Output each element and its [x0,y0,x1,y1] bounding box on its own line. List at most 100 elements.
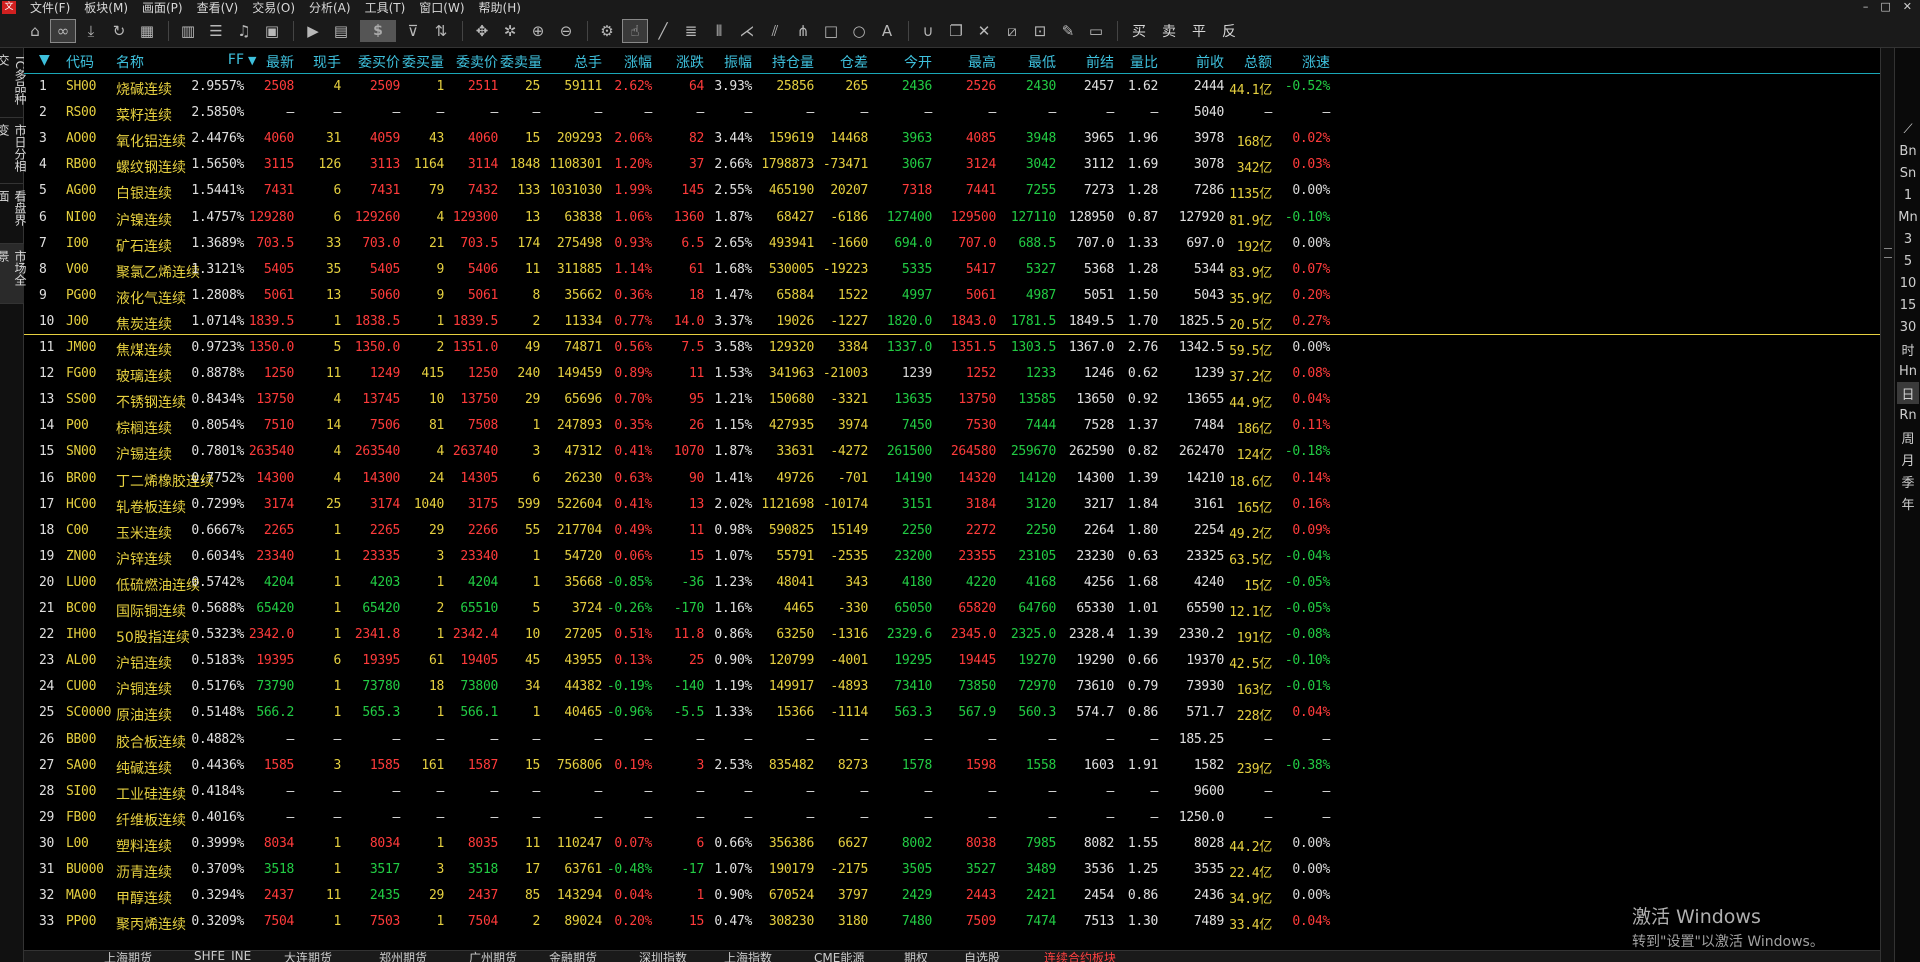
period-button-10[interactable]: Hn [1897,360,1919,382]
text-tool-icon[interactable]: A [874,19,900,43]
table-row[interactable]: 26 BB00 胶合板连续 0.4882% — — — — — — — — — — — — — — — — —185.2… [24,727,1880,753]
tab-multi-product-trade[interactable]: TC多品种交 [0,48,27,118]
reverse-button[interactable]: 反 [1222,21,1236,41]
period-button-9[interactable]: 时 [1897,338,1919,360]
circle-icon[interactable]: ○ [846,19,872,43]
column-header-amplitude[interactable]: 振幅 [706,52,752,72]
period-button-13[interactable]: 周 [1897,426,1919,448]
column-header-vol-ratio[interactable]: 量比 [1116,52,1158,72]
vertical-scrollbar[interactable] [1881,48,1895,962]
table-row[interactable]: 20 LU00 低硫燃油连续 0.5742% 4204 1 4203 1 4204 1 35668-… [24,570,1880,596]
table-row[interactable]: 31 BU000 沥青连续 0.3709% 3518 1 3517 3 3518 17 63761-… [24,857,1880,883]
fan-icon[interactable]: ⋌ [734,19,760,43]
bell-icon[interactable]: ♫ [231,19,257,43]
bottom-tab-6[interactable]: 深圳指数 [639,951,687,962]
period-button-3[interactable]: Mn [1897,206,1919,228]
column-header-open[interactable]: 今开 [870,52,932,72]
column-header-code[interactable]: 代码 [66,52,106,72]
bottom-tab-4[interactable]: 广州期货 [469,951,517,962]
table-row[interactable]: 33 PP00 聚丙烯连续 0.3209% 7504 1 7503 1 7504 2 89024 0.… [24,909,1880,935]
line-tool-icon[interactable]: ╱ [650,19,676,43]
menu-tools[interactable]: 工具(T) [359,0,414,16]
column-header-cur-vol[interactable]: 现手 [296,52,341,72]
table-row[interactable]: 18 C00 玉米连续 0.6667% 2265 1 2265 29 2266 55 217704 0… [24,518,1880,544]
sort-toggle-icon[interactable]: ▼ [39,52,50,68]
column-header-speed[interactable]: 涨速 [1274,52,1330,72]
table-row[interactable]: 11 JM00 焦煤连续 0.9723% 1350.0 5 1350.0 2 1351.0 49 7… [24,335,1880,361]
period-button-6[interactable]: 10 [1897,272,1919,294]
close-position-button[interactable]: 平 [1192,21,1206,41]
table-row[interactable]: 28 SI00 工业硅连续 0.4184% — — — — — — — — — — — — — — — — —9600—… [24,779,1880,805]
zoom-in-icon[interactable]: ⊕ [525,19,551,43]
refresh-icon[interactable]: ↻ [106,19,132,43]
column-header-name[interactable]: 名称 [116,52,176,72]
table-row[interactable]: 3 AO00 氧化铝连续 2.4476% 4060 31 4059 43 4060 15 20929… [24,126,1880,152]
copy-icon[interactable]: ❐ [943,19,969,43]
column-header-bid-vol[interactable]: 委买量 [402,52,444,72]
menu-analysis[interactable]: 分析(A) [303,0,359,16]
table-row[interactable]: 10 J00 焦炭连续 1.0714% 1839.5 1 1838.5 1 1839.5 2 113… [24,309,1880,335]
column-header-ask-vol[interactable]: 委卖量 [500,52,542,72]
period-button-8[interactable]: 30 [1897,316,1919,338]
table-row[interactable]: 5 AG00 白银连续 1.5441% 7431 6 7431 79 7432 133 103103… [24,178,1880,204]
download-icon[interactable]: ⤓ [78,19,104,43]
table-row[interactable]: 16 BR00 丁二烯橡胶连续 0.7752% 14300 4 14300 24 14305 6 2… [24,466,1880,492]
lock-icon[interactable]: ⊡ [1027,19,1053,43]
table-row[interactable]: 14 P00 棕榈连续 0.8054% 7510 14 7506 81 7508 1 247893 0… [24,413,1880,439]
vertical-lines-icon[interactable]: ⦀ [706,19,732,43]
play-icon[interactable]: ▶ [300,19,326,43]
column-header-high[interactable]: 最高 [934,52,996,72]
delete-icon[interactable]: ✕ [971,19,997,43]
column-header-prev-settle[interactable]: 前结 [1058,52,1114,72]
close-button[interactable]: ✕ [1903,0,1912,13]
pen-icon[interactable]: ✎ [1055,19,1081,43]
bottom-tab-10[interactable]: 自选股 [964,951,1000,962]
pitchfork-icon[interactable]: ⋔ [790,19,816,43]
table-row[interactable]: 7 I00 矿石连续 1.3689% 703.5 33 703.0 21 703.5 174 275… [24,231,1880,257]
column-header-change[interactable]: 涨跌 [654,52,704,72]
table-row[interactable]: 2 RS00 菜籽连续 2.5850% — — — — — — — — — — — — — — — — —5040— — [24,100,1880,126]
table-row[interactable]: 22 IH00 50股指连续 0.5323% 2342.0 1 2341.8 1 2342.4 1… [24,622,1880,648]
column-header-bid-price[interactable]: 委买价 [342,52,400,72]
settings-icon[interactable]: ⚙ [594,19,620,43]
move-icon[interactable]: ✥ [469,19,495,43]
rectangle-icon[interactable]: □ [818,19,844,43]
bottom-tab-0[interactable]: 上海期货 [104,951,152,962]
column-header-oi-change[interactable]: 仓差 [816,52,868,72]
table-row[interactable]: 29 FB00 纤维板连续 0.4016% — — — — — — — — — — — — — — — — —1250.… [24,805,1880,831]
bottom-tab-3[interactable]: 郑州期货 [379,951,427,962]
save-icon[interactable]: ▭ [1083,19,1109,43]
table-row[interactable]: 32 MA00 甲醇连续 0.3294% 2437 11 2435 29 2437 85 14329… [24,883,1880,909]
bottom-tab-7[interactable]: 上海指数 [724,951,772,962]
menu-help[interactable]: 帮助(H) [473,0,529,16]
menu-view[interactable]: 查看(V) [191,0,247,16]
menu-screen[interactable]: 画面(P) [136,0,191,16]
filter-icon[interactable]: ⊽ [400,19,426,43]
column-header-total-vol[interactable]: 总手 [542,52,602,72]
column-header-change-pct[interactable]: 涨幅 [604,52,652,72]
column-header-turnover[interactable]: 总额 [1226,52,1272,72]
column-header-ask-price[interactable]: 委卖价 [446,52,498,72]
text-align-icon[interactable]: ≣ [678,19,704,43]
table-row[interactable]: 9 PG00 液化气连续 1.2808% 5061 13 5060 9 5061 8 35662 0.… [24,283,1880,309]
period-button-5[interactable]: 5 [1897,250,1919,272]
period-button-4[interactable]: 3 [1897,228,1919,250]
table-row[interactable]: 4 RB00 螺纹钢连续 1.5650% 3115 126 3113 1164 3114 1848… [24,152,1880,178]
minimize-button[interactable]: – [1863,0,1869,13]
column-header-open-interest[interactable]: 持仓量 [754,52,814,72]
home-icon[interactable]: ⌂ [22,19,48,43]
maximize-button[interactable]: □ [1880,0,1890,13]
link-icon[interactable]: ∞ [50,19,76,43]
menu-trade[interactable]: 交易(O) [246,0,303,16]
menu-window[interactable]: 窗口(W) [413,0,472,16]
bottom-tab-2[interactable]: 大连期货 [284,951,332,962]
table-row[interactable]: 12 FG00 玻璃连续 0.8878% 1250 11 1249 415 1250 240 149… [24,361,1880,387]
menu-file[interactable]: 文件(F) [24,0,78,16]
period-button-15[interactable]: 季 [1897,470,1919,492]
period-button-11[interactable]: 日 [1897,382,1919,404]
period-button-1[interactable]: Sn [1897,162,1919,184]
layout-grid-icon[interactable]: ▦ [134,19,160,43]
bar-chart-icon[interactable]: ▥ [175,19,201,43]
pointer-icon[interactable]: ☝ [622,19,648,43]
bottom-tab-5[interactable]: 金融期货 [549,951,597,962]
